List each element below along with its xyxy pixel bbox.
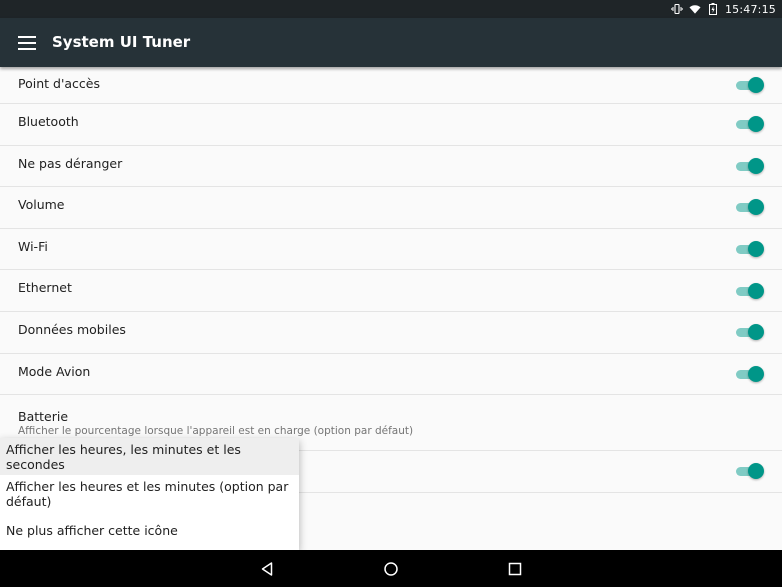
setting-label: Mode Avion bbox=[18, 363, 91, 379]
setting-row-volume[interactable]: Volume bbox=[0, 187, 782, 229]
setting-row-bluetooth[interactable]: Bluetooth bbox=[0, 104, 782, 146]
setting-label: Wi-Fi bbox=[18, 238, 48, 254]
setting-label: Point d'accès bbox=[18, 76, 100, 91]
menu-option-hours-minutes[interactable]: Afficher les heures et les minutes (opti… bbox=[0, 475, 299, 512]
status-time: 15:47:15 bbox=[724, 2, 776, 16]
wifi-icon bbox=[689, 3, 701, 15]
dnd-toggle[interactable] bbox=[734, 157, 764, 174]
setting-row-wifi[interactable]: Wi-Fi bbox=[0, 228, 782, 271]
status-icons: 15:47:15 bbox=[671, 0, 776, 18]
clock-toggle[interactable] bbox=[734, 463, 764, 480]
navigation-bar bbox=[0, 550, 782, 587]
volume-toggle[interactable] bbox=[734, 199, 764, 216]
mobile-data-toggle[interactable] bbox=[734, 324, 764, 341]
setting-row-mobile-data[interactable]: Données mobiles bbox=[0, 311, 782, 354]
settings-list: Point d'accès Bluetooth Ne pas déranger … bbox=[0, 67, 782, 493]
setting-label: Bluetooth bbox=[18, 114, 79, 129]
menu-icon[interactable] bbox=[18, 34, 36, 52]
clock-options-menu: Afficher les heures, les minutes et les … bbox=[0, 438, 299, 550]
battery-icon bbox=[707, 3, 719, 15]
ethernet-toggle[interactable] bbox=[734, 282, 764, 299]
back-icon[interactable] bbox=[257, 559, 277, 579]
menu-option-hide-icon[interactable]: Ne plus afficher cette icône bbox=[0, 512, 299, 549]
setting-label: Données mobiles bbox=[18, 321, 126, 337]
setting-row-ethernet[interactable]: Ethernet bbox=[0, 270, 782, 312]
home-icon[interactable] bbox=[381, 559, 401, 579]
setting-label: Volume bbox=[18, 197, 65, 213]
setting-row-hotspot[interactable]: Point d'accès bbox=[0, 67, 782, 104]
recents-icon[interactable] bbox=[505, 559, 525, 579]
setting-label: Ne pas déranger bbox=[18, 155, 123, 171]
setting-row-dnd[interactable]: Ne pas déranger bbox=[0, 145, 782, 188]
app-title: System UI Tuner bbox=[52, 33, 191, 51]
setting-summary: Afficher le pourcentage lorsque l'appare… bbox=[18, 425, 414, 438]
menu-option-seconds[interactable]: Afficher les heures, les minutes et les … bbox=[0, 438, 299, 475]
vibrate-icon bbox=[671, 3, 683, 15]
status-bar: 15:47:15 bbox=[0, 0, 782, 18]
bluetooth-toggle[interactable] bbox=[734, 116, 764, 133]
setting-label: Ethernet bbox=[18, 280, 72, 296]
app-bar: System UI Tuner bbox=[0, 18, 782, 67]
airplane-toggle[interactable] bbox=[734, 365, 764, 382]
setting-row-airplane[interactable]: Mode Avion bbox=[0, 353, 782, 396]
hotspot-toggle[interactable] bbox=[734, 77, 764, 93]
setting-label: Batterie bbox=[18, 409, 69, 425]
wifi-toggle[interactable] bbox=[734, 241, 764, 258]
